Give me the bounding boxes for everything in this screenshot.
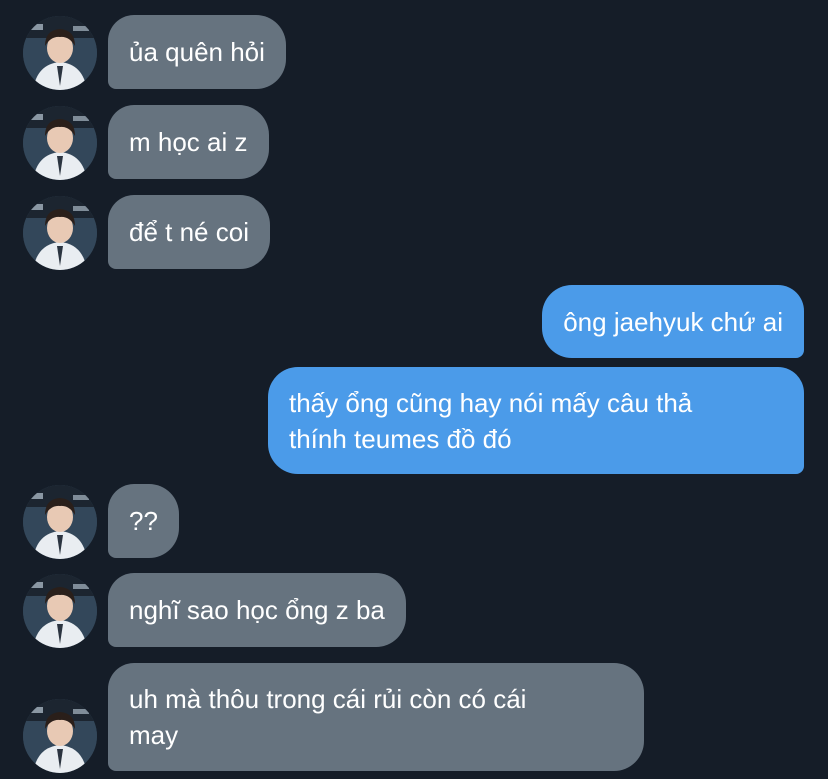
- contact-avatar[interactable]: [23, 574, 97, 648]
- avatar-image: [23, 574, 97, 648]
- avatar-image: [23, 16, 97, 90]
- contact-avatar[interactable]: [23, 16, 97, 90]
- contact-avatar[interactable]: [23, 485, 97, 559]
- message-bubble-incoming[interactable]: nghĩ sao học ổng z ba: [108, 573, 406, 647]
- contact-avatar[interactable]: [23, 699, 97, 773]
- message-bubble-incoming[interactable]: m học ai z: [108, 105, 269, 179]
- message-bubble-incoming[interactable]: uh mà thôu trong cái rủi còn có cái may: [108, 663, 644, 771]
- message-bubble-incoming[interactable]: ??: [108, 484, 179, 558]
- avatar-image: [23, 106, 97, 180]
- avatar-image: [23, 196, 97, 270]
- message-bubble-outgoing[interactable]: thấy ổng cũng hay nói mấy câu thả thính …: [268, 367, 804, 474]
- message-bubble-incoming[interactable]: ủa quên hỏi: [108, 15, 286, 89]
- contact-avatar[interactable]: [23, 106, 97, 180]
- avatar-image: [23, 485, 97, 559]
- message-bubble-outgoing[interactable]: ông jaehyuk chứ ai: [542, 285, 804, 358]
- message-bubble-incoming[interactable]: để t né coi: [108, 195, 270, 269]
- chat-thread[interactable]: ủa quên hỏi m học ai z để t né coi ông j…: [0, 0, 828, 779]
- contact-avatar[interactable]: [23, 196, 97, 270]
- avatar-image: [23, 699, 97, 773]
